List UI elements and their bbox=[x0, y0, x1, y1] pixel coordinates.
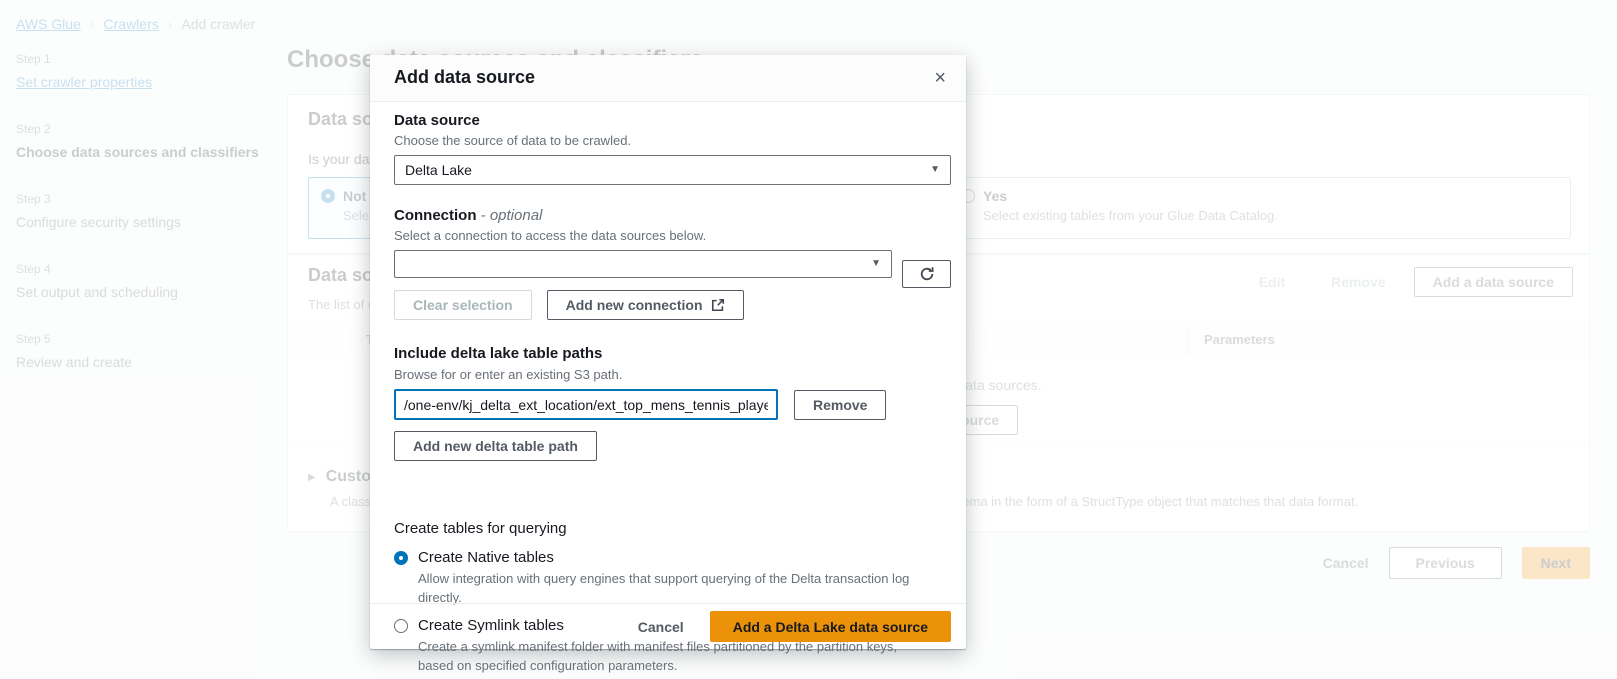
connection-optional-text: - optional bbox=[477, 207, 543, 224]
delta-table-path-input[interactable] bbox=[394, 389, 778, 420]
add-new-connection-button[interactable]: Add new connection bbox=[547, 290, 744, 320]
close-icon[interactable]: × bbox=[934, 65, 946, 91]
modal-header: Add data source × bbox=[370, 55, 966, 102]
add-data-source-modal: Add data source × Data source Choose the… bbox=[370, 55, 966, 649]
modal-body: Data source Choose the source of data to… bbox=[370, 102, 966, 603]
add-new-delta-table-path-button[interactable]: Add new delta table path bbox=[394, 431, 597, 461]
connection-select[interactable]: ▼ bbox=[394, 250, 892, 278]
data-source-description: Choose the source of data to be crawled. bbox=[394, 133, 951, 148]
connection-label-text: Connection bbox=[394, 207, 477, 224]
include-paths-label: Include delta lake table paths bbox=[394, 345, 951, 362]
modal-footer: Cancel Add a Delta Lake data source bbox=[370, 603, 966, 649]
native-tables-option[interactable]: Create Native tables bbox=[394, 549, 951, 566]
radio-native-tables[interactable] bbox=[394, 551, 408, 565]
modal-cancel-button[interactable]: Cancel bbox=[638, 619, 684, 635]
chevron-down-icon: ▼ bbox=[871, 258, 881, 269]
connection-label: Connection - optional bbox=[394, 207, 951, 224]
create-tables-label: Create tables for querying bbox=[394, 520, 951, 537]
option-label: Create Native tables bbox=[418, 549, 554, 566]
add-delta-lake-data-source-button[interactable]: Add a Delta Lake data source bbox=[710, 611, 951, 642]
chevron-down-icon: ▼ bbox=[930, 164, 940, 175]
external-link-icon bbox=[711, 298, 725, 312]
remove-path-button[interactable]: Remove bbox=[794, 390, 886, 420]
refresh-icon bbox=[919, 266, 935, 282]
connection-description: Select a connection to access the data s… bbox=[394, 228, 951, 243]
refresh-connections-button[interactable] bbox=[902, 260, 951, 288]
modal-title: Add data source bbox=[394, 67, 535, 88]
data-source-label: Data source bbox=[394, 112, 951, 129]
data-source-selected-value: Delta Lake bbox=[405, 162, 472, 178]
include-paths-description: Browse for or enter an existing S3 path. bbox=[394, 367, 951, 382]
clear-selection-button[interactable]: Clear selection bbox=[394, 290, 532, 320]
page: AWS Glue › Crawlers › Add crawler Step 1… bbox=[0, 0, 1617, 679]
data-source-select[interactable]: Delta Lake ▼ bbox=[394, 155, 951, 185]
native-tables-description: Allow integration with query engines tha… bbox=[418, 569, 933, 607]
add-new-connection-label: Add new connection bbox=[566, 297, 703, 313]
